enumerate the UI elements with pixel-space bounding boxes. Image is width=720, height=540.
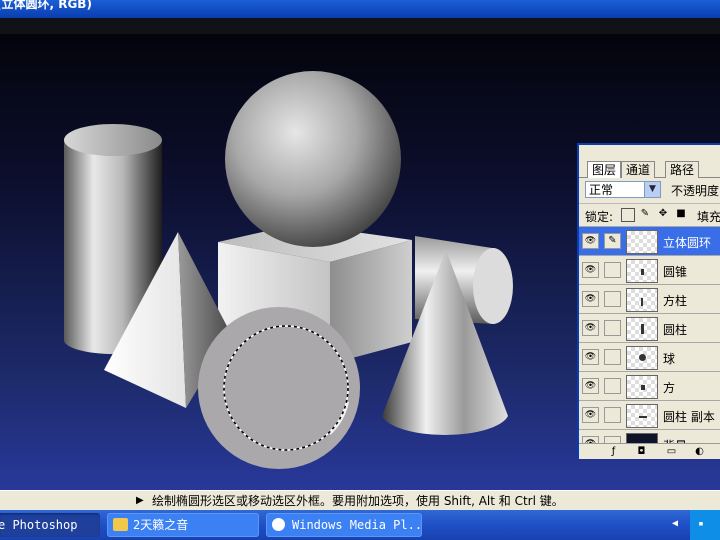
taskbar-item-media-player[interactable]: Windows Media Pl...	[266, 513, 422, 537]
lock-transparency-icon[interactable]	[621, 208, 635, 222]
layers-panel: 图层 通道 路径 正常 ▼ 不透明度: 锁定: ✎ ✥ ■ 填充: 👁 ✎ 立体…	[577, 143, 720, 459]
layers-panel-tabs: 图层 通道 路径	[579, 159, 720, 178]
layer-row[interactable]: 👁 圆柱 副本	[579, 400, 720, 430]
window-title: (立体圆环, RGB)	[0, 0, 92, 11]
eye-icon[interactable]: 👁	[582, 262, 599, 278]
ring-disc-shape	[198, 307, 360, 469]
eye-icon[interactable]: 👁	[582, 407, 599, 423]
lock-row: 锁定: ✎ ✥ ■ 填充:	[579, 203, 720, 226]
eye-icon[interactable]: 👁	[582, 378, 599, 394]
layer-thumbnail	[626, 230, 658, 254]
add-mask-icon[interactable]: ◘	[635, 445, 648, 458]
link-slot[interactable]	[604, 291, 621, 307]
layers-panel-toolbar: ƒ ◘ ▭ ◐	[579, 443, 720, 459]
opacity-label: 不透明度:	[671, 184, 720, 198]
system-tray: ▪	[690, 510, 720, 540]
layer-row[interactable]: 👁 球	[579, 342, 720, 372]
layer-row[interactable]: 👁 圆柱	[579, 313, 720, 343]
layer-thumbnail	[626, 317, 658, 341]
taskbar-item-label: 2天籁之音	[133, 518, 189, 532]
layer-thumbnail	[626, 259, 658, 283]
layer-style-icon[interactable]: ƒ	[607, 445, 620, 458]
lock-image-icon[interactable]: ✎	[639, 208, 651, 220]
layer-name: 方柱	[663, 294, 688, 308]
layer-name: 圆柱	[663, 323, 688, 337]
lock-all-icon[interactable]: ■	[675, 208, 687, 220]
layer-name: 方	[663, 381, 676, 395]
new-set-icon[interactable]: ▭	[665, 445, 678, 458]
chevron-down-icon[interactable]: ▼	[644, 182, 660, 197]
layer-thumbnail	[626, 404, 658, 428]
taskbar: e Photoshop 2天籁之音 Windows Media Pl... ◀ …	[0, 510, 720, 540]
taskbar-item-photoshop[interactable]: e Photoshop	[0, 513, 100, 537]
taskbar-item-label: Windows Media Pl...	[292, 518, 422, 532]
tab-paths[interactable]: 路径	[665, 161, 700, 178]
tab-layers[interactable]: 图层	[587, 161, 622, 178]
blend-mode-value: 正常	[589, 183, 614, 197]
link-slot[interactable]	[604, 320, 621, 336]
options-strip	[0, 18, 720, 34]
layer-name: 圆锥	[663, 265, 688, 279]
blend-mode-row: 正常 ▼ 不透明度:	[579, 179, 720, 201]
lock-label: 锁定:	[585, 210, 614, 224]
link-slot[interactable]	[604, 262, 621, 278]
link-slot[interactable]	[604, 407, 621, 423]
folder-icon	[113, 518, 128, 531]
layer-thumbnail	[626, 288, 658, 312]
layer-thumbnail	[626, 375, 658, 399]
eye-icon[interactable]: 👁	[582, 291, 599, 307]
status-bar: ▶ 绘制椭圆形选区或移动选区外框。要用附加选项，使用 Shift, Alt 和 …	[0, 490, 720, 511]
fill-label: 填充:	[697, 210, 720, 224]
brush-icon: ✎	[604, 233, 621, 249]
layer-row[interactable]: 👁 方	[579, 371, 720, 401]
status-text: 绘制椭圆形选区或移动选区外框。要用附加选项，使用 Shift, Alt 和 Ct…	[152, 494, 564, 508]
tab-channels[interactable]: 通道	[621, 161, 656, 178]
adjustment-layer-icon[interactable]: ◐	[693, 445, 706, 458]
network-icon[interactable]: ▪	[696, 519, 706, 529]
eye-icon[interactable]: 👁	[582, 349, 599, 365]
sphere-shape	[225, 71, 401, 247]
lock-position-icon[interactable]: ✥	[657, 208, 669, 220]
blend-mode-select[interactable]: 正常 ▼	[585, 181, 661, 198]
taskbar-item-folder[interactable]: 2天籁之音	[107, 513, 259, 537]
layer-row[interactable]: 👁 ✎ 立体圆环	[579, 226, 720, 256]
layer-name: 圆柱 副本	[663, 410, 715, 424]
taskbar-item-label: e Photoshop	[0, 518, 78, 532]
speaker-icon[interactable]: ◀	[672, 519, 684, 529]
play-arrow-icon: ▶	[136, 495, 144, 506]
layer-thumbnail	[626, 346, 658, 370]
eye-icon[interactable]: 👁	[582, 320, 599, 336]
layer-row[interactable]: 👁 方柱	[579, 284, 720, 314]
link-slot[interactable]	[604, 349, 621, 365]
media-player-icon	[272, 518, 285, 531]
layer-name: 立体圆环	[663, 236, 712, 250]
eye-icon[interactable]: 👁	[582, 233, 599, 249]
window-title-bar: (立体圆环, RGB)	[0, 0, 720, 18]
link-slot[interactable]	[604, 378, 621, 394]
layer-name: 球	[663, 352, 676, 366]
layer-row[interactable]: 👁 圆锥	[579, 255, 720, 285]
